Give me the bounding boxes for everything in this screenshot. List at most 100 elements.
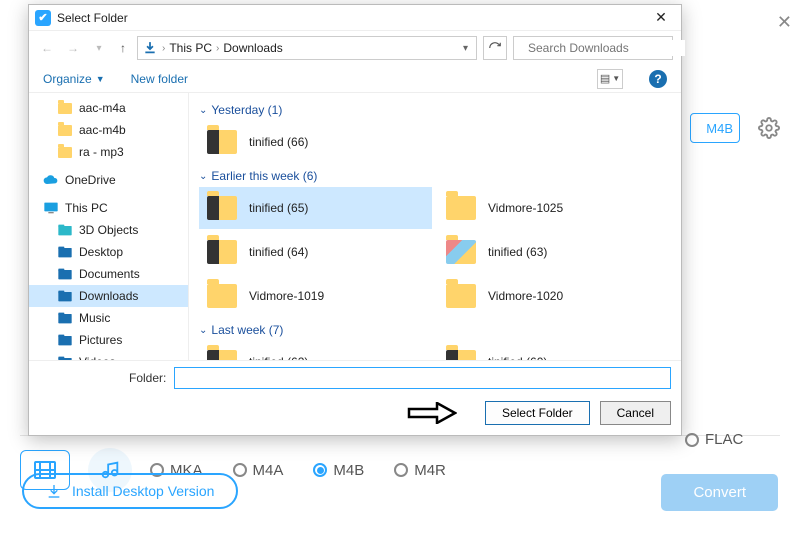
group-title: Yesterday (1) [211,103,282,117]
folder-item[interactable]: tinified (60) [438,341,671,360]
tree-node-ra-mp3[interactable]: ra - mp3 [29,141,188,163]
help-icon[interactable]: ? [649,70,667,88]
new-folder-button[interactable]: New folder [131,72,188,86]
group-header[interactable]: ⌄Earlier this week (6) [199,169,671,183]
folder-icon [444,193,478,223]
tree-node-onedrive[interactable]: OneDrive [29,169,188,191]
refresh-button[interactable] [483,36,507,60]
select-folder-button[interactable]: Select Folder [485,401,590,425]
nav-recent-dropdown-icon[interactable]: ▾ [89,43,109,54]
desktop-icon [57,245,73,259]
folder-icon [205,237,239,267]
music-icon [57,311,73,325]
format-chip[interactable]: M4B [690,113,740,143]
search-input[interactable] [526,40,685,56]
folder-item[interactable]: tinified (63) [438,231,671,273]
folder-label: Vidmore-1020 [488,289,563,303]
dialog-title: Select Folder [57,11,647,25]
folder-item[interactable]: tinified (64) [199,231,432,273]
tree-node-label: Pictures [79,333,122,347]
format-radio-flac[interactable]: FLAC [685,431,743,448]
folder-icon [444,281,478,311]
onedrive-icon [43,173,59,187]
tree-node-label: OneDrive [65,173,116,187]
chevron-down-icon: ▼ [96,74,105,84]
organize-menu[interactable]: Organize ▼ [43,72,105,86]
address-dropdown-icon[interactable]: ▾ [459,43,472,54]
chevron-down-icon: ⌄ [199,325,207,336]
format-radio-m4r[interactable]: M4R [394,462,446,479]
tree-node-label: This PC [65,201,108,215]
convert-label: Convert [693,484,746,501]
format-radio-m4a[interactable]: M4A [233,462,284,479]
radio-icon [313,463,327,477]
folder-label: tinified (65) [249,201,308,215]
download-icon [46,483,62,499]
folder-label: Vidmore-1019 [249,289,324,303]
folder-icon [205,347,239,360]
tree-node-desktop[interactable]: Desktop [29,241,188,263]
dialog-titlebar: ✔ Select Folder ✕ [29,5,681,31]
folder-icon [57,123,73,137]
radio-icon [233,463,247,477]
folder-icon [444,237,478,267]
folder-label: tinified (60) [488,355,547,360]
group-header[interactable]: ⌄ Last week (7) [199,323,671,337]
chevron-down-icon: ⌄ [199,171,207,182]
folder-label: tinified (64) [249,245,308,259]
install-desktop-button[interactable]: Install Desktop Version [22,473,238,509]
group-header[interactable]: ⌄Yesterday (1) [199,103,671,117]
tree-node-videos[interactable]: Videos [29,351,188,360]
file-pane[interactable]: ⌄Yesterday (1)tinified (66)⌄Earlier this… [189,93,681,360]
folder-name-input[interactable] [174,367,671,389]
format-label: M4A [253,462,284,479]
nav-back-arrow-icon[interactable]: ← [37,41,57,55]
gear-icon[interactable] [758,117,780,139]
tree-node-music[interactable]: Music [29,307,188,329]
folder-item[interactable]: tinified (66) [199,121,671,163]
chevron-right-icon: › [162,43,165,54]
dialog-bottom: Folder: Select Folder Cancel [29,360,681,435]
tree-node-aac-m4a[interactable]: aac-m4a [29,97,188,119]
format-chip-label: M4B [706,121,733,136]
refresh-icon [488,41,502,55]
folder-label: Vidmore-1025 [488,201,563,215]
host-close-icon[interactable]: ✕ [777,12,792,33]
folder-icon [444,347,478,360]
tree-node-pictures[interactable]: Pictures [29,329,188,351]
convert-button[interactable]: Convert [661,474,778,511]
folder-item[interactable]: tinified (65) [199,187,432,229]
format-radio-m4b[interactable]: M4B [313,462,364,479]
tree-node-label: ra - mp3 [79,145,124,159]
nav-up-arrow-icon[interactable]: ↑ [115,41,131,55]
tree-node-label: Documents [79,267,140,281]
tree-node-documents[interactable]: Documents [29,263,188,285]
format-label: M4B [333,462,364,479]
address-bar[interactable]: › This PC › Downloads ▾ [137,36,477,60]
tree-node-3d-objects[interactable]: 3D Objects [29,219,188,241]
pc-icon [43,201,59,215]
radio-icon [394,463,408,477]
folder-label: tinified (66) [249,135,308,149]
folder-item[interactable]: Vidmore-1019 [199,275,432,317]
tree-node-downloads[interactable]: Downloads [29,285,188,307]
nav-tree[interactable]: aac-m4a aac-m4b ra - mp3 OneDrive This PC 3D … [29,93,189,360]
search-box[interactable] [513,36,673,60]
group-title: Last week (7) [211,323,283,337]
folder-item[interactable]: Vidmore-1025 [438,187,671,229]
tree-node-label: aac-m4a [79,101,126,115]
breadcrumb-downloads[interactable]: Downloads [223,41,282,55]
view-options-button[interactable]: ▤▼ [597,69,623,89]
tree-node-aac-m4b[interactable]: aac-m4b [29,119,188,141]
tree-node-label: Music [79,311,110,325]
tree-node-label: 3D Objects [79,223,138,237]
folder-item[interactable]: tinified (62) [199,341,432,360]
close-icon[interactable]: ✕ [647,9,675,26]
tree-node-this-pc[interactable]: This PC [29,197,188,219]
folder-icon [57,145,73,159]
folder-item[interactable]: Vidmore-1020 [438,275,671,317]
breadcrumb-this-pc[interactable]: This PC [169,41,212,55]
folder-field-label: Folder: [39,371,166,385]
cancel-button[interactable]: Cancel [600,401,671,425]
nav-forward-arrow-icon[interactable]: → [63,41,83,55]
